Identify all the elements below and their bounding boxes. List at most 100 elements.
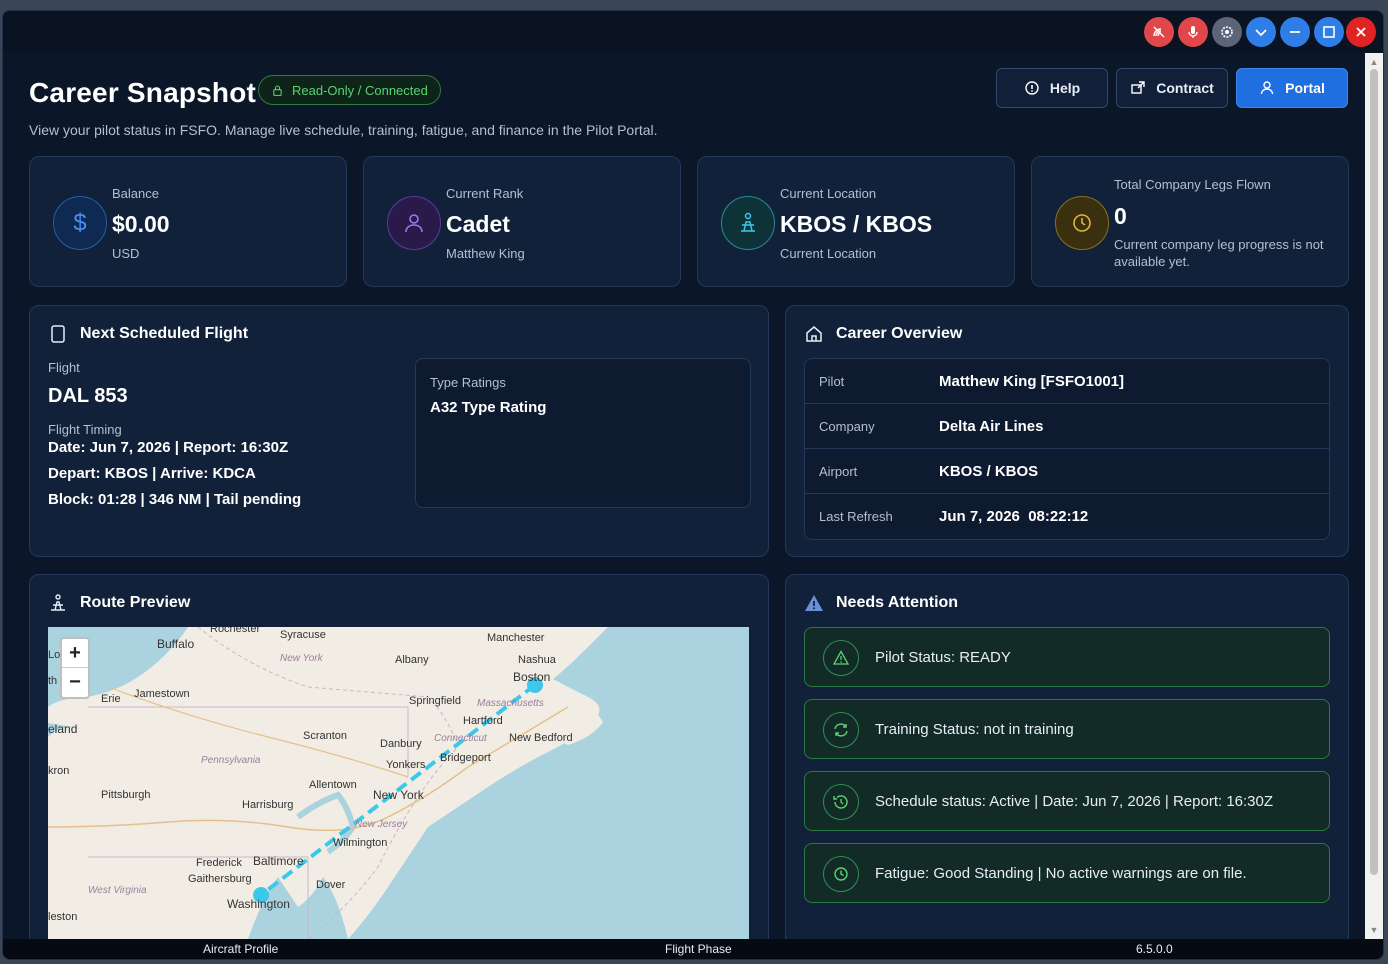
contract-button[interactable]: Contract — [1116, 68, 1228, 108]
attention-icon-circle — [823, 712, 859, 748]
history-icon — [833, 795, 848, 809]
map-label: New Bedford — [509, 732, 573, 744]
map-label: Manchester — [487, 632, 545, 644]
overview-table: Pilot Matthew King [FSFO1001] Company De… — [804, 358, 1330, 540]
overview-row-last-refresh: Last Refresh Jun 7, 2026 08:22:12 — [805, 494, 1329, 539]
map-label: Nashua — [518, 654, 556, 666]
info-icon — [1025, 81, 1039, 95]
scroll-thumb[interactable] — [1370, 69, 1378, 875]
career-overview-title-label: Career Overview — [836, 325, 963, 342]
map-label: th — [48, 675, 58, 687]
balance-icon-circle: $ — [53, 196, 107, 250]
map-label: Frederick — [196, 857, 242, 869]
settings-button[interactable] — [1212, 17, 1242, 47]
map-label: Washington — [227, 897, 290, 911]
map-label: Rochester — [210, 627, 261, 635]
balance-value: $0.00 — [112, 211, 170, 237]
broadcast-off-button[interactable] — [1144, 17, 1174, 47]
legs-value: 0 — [1114, 203, 1127, 229]
map-label: Yonkers — [386, 759, 426, 771]
map-label: Erie — [101, 693, 121, 705]
map-label: eland — [48, 722, 78, 736]
vertical-scrollbar[interactable]: ▲ ▼ — [1365, 53, 1383, 939]
lock-icon — [273, 85, 282, 96]
external-link-icon — [1131, 81, 1145, 94]
map-label: Jamestown — [134, 688, 190, 700]
legs-card: Total Company Legs Flown 0 Current compa… — [1031, 156, 1349, 287]
app-window: Career Snapshot Read-Only / Connected Vi… — [2, 10, 1384, 960]
route-person-icon — [51, 594, 65, 611]
location-label: Current Location — [780, 186, 877, 201]
flight-number: DAL 853 — [48, 385, 128, 407]
next-flight-title-label: Next Scheduled Flight — [80, 325, 249, 342]
close-icon — [1356, 27, 1366, 37]
broadcast-off-icon — [1153, 26, 1165, 38]
overview-row-company: Company Delta Air Lines — [805, 404, 1329, 449]
zoom-in-button[interactable]: + — [62, 639, 88, 668]
help-label: Help — [1049, 80, 1081, 96]
map-label: kron — [48, 765, 70, 777]
map-label: leston — [48, 911, 78, 923]
map-pin-person-icon — [741, 212, 755, 232]
map-label: New Jersey — [355, 819, 408, 830]
career-overview-panel: Career Overview Pilot Matthew King [FSFO… — [785, 305, 1349, 557]
maximize-icon — [1323, 26, 1335, 38]
rank-icon-circle — [387, 196, 441, 250]
map-label: Massachusetts — [477, 698, 544, 709]
overview-key: Pilot — [819, 374, 845, 389]
career-overview-title: Career Overview — [804, 324, 962, 344]
scroll-up-arrow[interactable]: ▲ — [1369, 57, 1379, 67]
route-preview-title-label: Route Preview — [80, 594, 191, 611]
map-graphics — [48, 627, 749, 939]
microphone-button[interactable] — [1178, 17, 1208, 47]
microphone-icon — [1188, 26, 1198, 38]
attention-text: Fatigue: Good Standing | No active warni… — [875, 865, 1247, 882]
route-map[interactable]: Rochester Syracuse Manchester Buffalo Ne… — [48, 627, 749, 939]
rank-pilot-name: Matthew King — [446, 246, 525, 261]
needs-attention-panel: Needs Attention Pilot Status: READY Trai… — [785, 574, 1349, 954]
tablet-icon — [51, 325, 65, 343]
needs-attention-title-label: Needs Attention — [836, 594, 959, 611]
legs-sub: Current company leg progress is not avai… — [1114, 237, 1324, 269]
zoom-out-button[interactable]: − — [62, 668, 88, 697]
map-label: Dover — [316, 879, 346, 891]
attention-text: Schedule status: Active | Date: Jun 7, 2… — [875, 793, 1274, 810]
overview-value: Jun 7, 2026 08:22:12 — [939, 508, 1089, 525]
portal-button[interactable]: Portal — [1236, 68, 1348, 108]
next-flight-panel: Next Scheduled Flight Flight DAL 853 Fli… — [29, 305, 769, 557]
collapse-button[interactable] — [1246, 17, 1276, 47]
attention-icon-circle — [823, 856, 859, 892]
overview-key: Airport — [819, 464, 858, 479]
help-button[interactable]: Help — [996, 68, 1108, 108]
overview-value: Matthew King [FSFO1001] — [939, 373, 1125, 390]
contract-label: Contract — [1156, 80, 1214, 96]
user-icon — [1260, 81, 1274, 95]
main-content: Career Snapshot Read-Only / Connected Vi… — [3, 53, 1365, 954]
map-label: New York — [373, 788, 424, 802]
rank-label: Current Rank — [446, 186, 524, 201]
rank-value: Cadet — [446, 211, 510, 237]
map-label: Boston — [513, 670, 551, 684]
map-label: Allentown — [309, 779, 357, 791]
flight-date-line: Date: Jun 7, 2026 | Report: 16:30Z — [48, 439, 289, 456]
maximize-button[interactable] — [1314, 17, 1344, 47]
minimize-icon — [1290, 31, 1300, 33]
minimize-button[interactable] — [1280, 17, 1310, 47]
attention-item-pilot-status: Pilot Status: READY — [804, 627, 1330, 687]
refresh-icon — [834, 723, 848, 737]
location-icon-circle — [721, 196, 775, 250]
map-zoom-control: + − — [60, 637, 90, 699]
title-bar — [3, 11, 1383, 53]
map-label: Harrisburg — [242, 799, 294, 811]
status-bar: Aircraft Profile Flight Phase 6.5.0.0 — [3, 939, 1383, 959]
scroll-down-arrow[interactable]: ▼ — [1369, 925, 1379, 935]
flight-route-line: Depart: KBOS | Arrive: KDCA — [48, 465, 256, 482]
version-label: 6.5.0.0 — [1136, 942, 1173, 956]
balance-label: Balance — [112, 186, 159, 201]
badge-label: Read-Only / Connected — [292, 82, 428, 98]
attention-item-fatigue: Fatigue: Good Standing | No active warni… — [804, 843, 1330, 903]
close-button[interactable] — [1346, 17, 1376, 47]
page-title: Career Snapshot — [29, 77, 257, 108]
map-label: Pennsylvania — [201, 755, 261, 766]
map-label: Buffalo — [157, 637, 195, 651]
